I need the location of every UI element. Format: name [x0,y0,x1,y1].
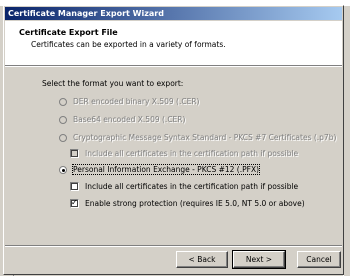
checkbox-p7b-include-all[interactable] [70,149,79,158]
header-divider [5,65,342,67]
option-pkcs7-label: Cryptographic Message Syntax Standard - … [73,133,337,142]
radio-pkcs7[interactable] [59,133,67,142]
checkbox-pfx-include-all[interactable] [70,182,79,191]
background-window-right [343,6,350,276]
export-wizard-dialog: Certificate Manager Export Wizard Certif… [3,5,344,275]
option-base64-label: Base64 encoded X.509 (.CER) [73,115,186,124]
option-der-label: DER encoded binary X.509 (.CER) [73,97,200,106]
wizard-header: Certificate Export File Certificates can… [5,21,342,65]
next-button[interactable]: Next > [232,250,286,269]
p7b-include-all-checkbox[interactable]: Include all certificates in the certific… [70,149,298,158]
checkbox-strong-protection[interactable]: ✓ [70,199,79,208]
strong-protection-checkbox[interactable]: ✓ Enable strong protection (requires IE … [70,199,305,208]
cancel-button[interactable]: Cancel [297,251,341,268]
window-title: Certificate Manager Export Wizard [8,9,164,18]
radio-pfx[interactable] [59,165,67,174]
back-button[interactable]: < Back [176,251,228,268]
option-pfx-label: Personal Information Exchange - PKCS #12… [71,164,261,175]
pfx-include-all-label: Include all certificates in the certific… [85,182,299,191]
option-base64[interactable]: Base64 encoded X.509 (.CER) [59,115,185,124]
footer-divider [5,245,342,247]
header-subtitle: Certificates can be exported in a variet… [31,40,226,49]
title-bar[interactable]: Certificate Manager Export Wizard [5,7,342,20]
radio-selected-dot [62,168,65,172]
format-prompt: Select the format you want to export: [42,79,184,88]
pfx-include-all-checkbox[interactable]: Include all certificates in the certific… [70,182,298,191]
header-title: Certificate Export File [19,28,118,37]
strong-protection-label: Enable strong protection (requires IE 5.… [85,199,305,208]
option-pfx[interactable]: Personal Information Exchange - PKCS #12… [59,164,261,175]
option-pkcs7[interactable]: Cryptographic Message Syntax Standard - … [59,133,336,142]
radio-base64[interactable] [59,115,67,124]
checkmark-icon: ✓ [71,198,78,207]
p7b-include-all-label: Include all certificates in the certific… [85,149,299,158]
radio-der[interactable] [59,97,67,106]
option-der[interactable]: DER encoded binary X.509 (.CER) [59,97,199,106]
